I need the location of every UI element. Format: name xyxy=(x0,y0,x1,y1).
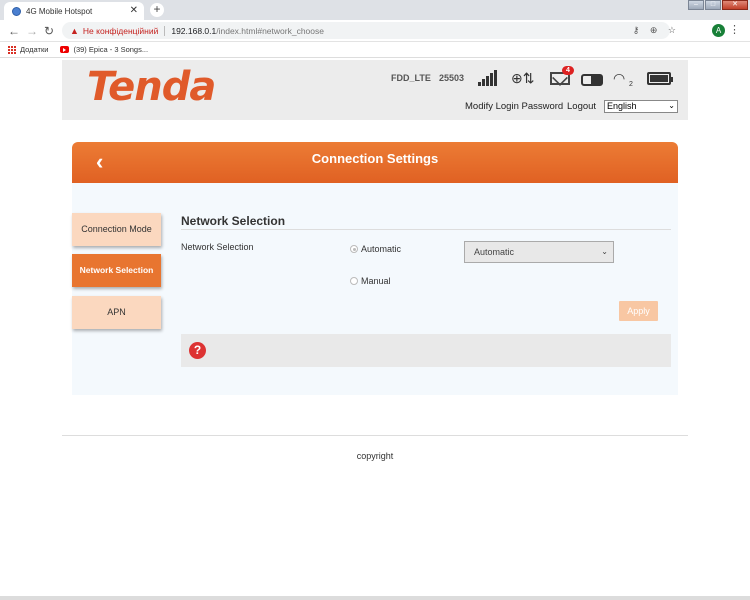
favicon-icon xyxy=(12,6,21,16)
warning-icon: ▲ xyxy=(70,25,79,36)
operator-code: 25503 xyxy=(439,73,465,83)
bookmark-star-icon[interactable]: ☆ xyxy=(668,25,676,35)
radio-manual[interactable]: Manual xyxy=(350,276,391,286)
zoom-icon[interactable]: ⊕ xyxy=(650,25,658,35)
bookmark-apps[interactable]: Додатки xyxy=(20,45,48,54)
network-type: FDD_LTE xyxy=(391,73,431,83)
message-count-badge: 4 xyxy=(562,66,574,75)
router-header: Tenda FDD_LTE 25503 ⊕⇅ 4 ◠ 2 Modify Logi… xyxy=(62,60,688,120)
page-title: Connection Settings xyxy=(311,151,439,166)
maximize-button[interactable]: □ xyxy=(705,0,721,10)
tab-title: 4G Mobile Hotspot xyxy=(26,6,93,16)
wifi-client-count: 2 xyxy=(629,81,633,88)
reload-icon[interactable]: ↻ xyxy=(44,24,54,38)
key-icon[interactable]: ⚷ xyxy=(633,25,640,35)
modify-password-link[interactable]: Modify Login Password xyxy=(465,101,563,112)
sidebar-item-connection-mode[interactable]: Connection Mode xyxy=(72,213,161,246)
network-mode-select[interactable]: Automatic ⌄ xyxy=(464,241,614,263)
youtube-icon xyxy=(60,46,70,53)
help-icon[interactable]: ? xyxy=(189,342,206,359)
chevron-down-icon: ⌄ xyxy=(601,247,608,256)
section-title: Network Selection xyxy=(181,214,286,228)
security-warning[interactable]: Не конфіденційний xyxy=(83,26,158,36)
battery-icon xyxy=(647,72,673,85)
sim-icon xyxy=(581,74,603,86)
signal-strength-icon xyxy=(478,70,497,86)
settings-panel: Connection Mode Network Selection APN Ne… xyxy=(72,183,678,395)
sidebar-item-network-selection[interactable]: Network Selection xyxy=(72,254,161,287)
new-tab-button[interactable]: + xyxy=(150,3,164,17)
forward-arrow-icon[interactable]: → xyxy=(26,24,38,38)
tab-close-icon[interactable]: ✕ xyxy=(130,5,138,16)
url-host: 192.168.0.1 xyxy=(171,25,217,36)
browser-menu-icon[interactable]: ⋮ xyxy=(729,23,740,36)
bookmarks-bar: Додатки (39) Epica - 3 Songs... xyxy=(0,42,750,58)
profile-avatar[interactable]: A xyxy=(712,24,725,37)
copyright: copyright xyxy=(356,451,394,461)
help-bar: ? xyxy=(181,334,671,367)
radio-automatic[interactable]: Automatic xyxy=(350,244,401,254)
sidebar-item-apn[interactable]: APN xyxy=(72,296,161,329)
apply-button[interactable]: Apply xyxy=(619,301,658,321)
page-title-bar: ‹ Connection Settings xyxy=(72,142,678,183)
address-bar[interactable]: ▲ Не конфіденційний 192.168.0.1 /index.h… xyxy=(62,22,670,39)
minimize-button[interactable]: – xyxy=(688,0,704,10)
back-arrow-icon[interactable]: ← xyxy=(8,24,20,38)
browser-toolbar: ← → ↻ ▲ Не конфіденційний 192.168.0.1 /i… xyxy=(0,20,750,42)
wifi-icon: ◠ xyxy=(613,70,626,86)
bookmark-epica[interactable]: (39) Epica - 3 Songs... xyxy=(73,45,148,54)
url-path: /index.html#network_choose xyxy=(216,25,324,36)
language-select[interactable]: English ⌄ xyxy=(604,100,678,113)
tenda-logo: Tenda xyxy=(87,64,216,110)
close-window-button[interactable]: ✕ xyxy=(722,0,748,10)
logout-link[interactable]: Logout xyxy=(567,101,596,112)
field-label: Network Selection xyxy=(181,242,254,252)
browser-tab[interactable]: 4G Mobile Hotspot ✕ xyxy=(4,2,144,20)
apps-grid-icon xyxy=(8,45,16,54)
browser-tab-bar: 4G Mobile Hotspot ✕ + – □ ✕ xyxy=(0,0,750,20)
window-controls: – □ ✕ xyxy=(687,0,748,10)
globe-data-icon: ⊕⇅ xyxy=(511,70,535,86)
chevron-down-icon: ⌄ xyxy=(668,101,675,110)
